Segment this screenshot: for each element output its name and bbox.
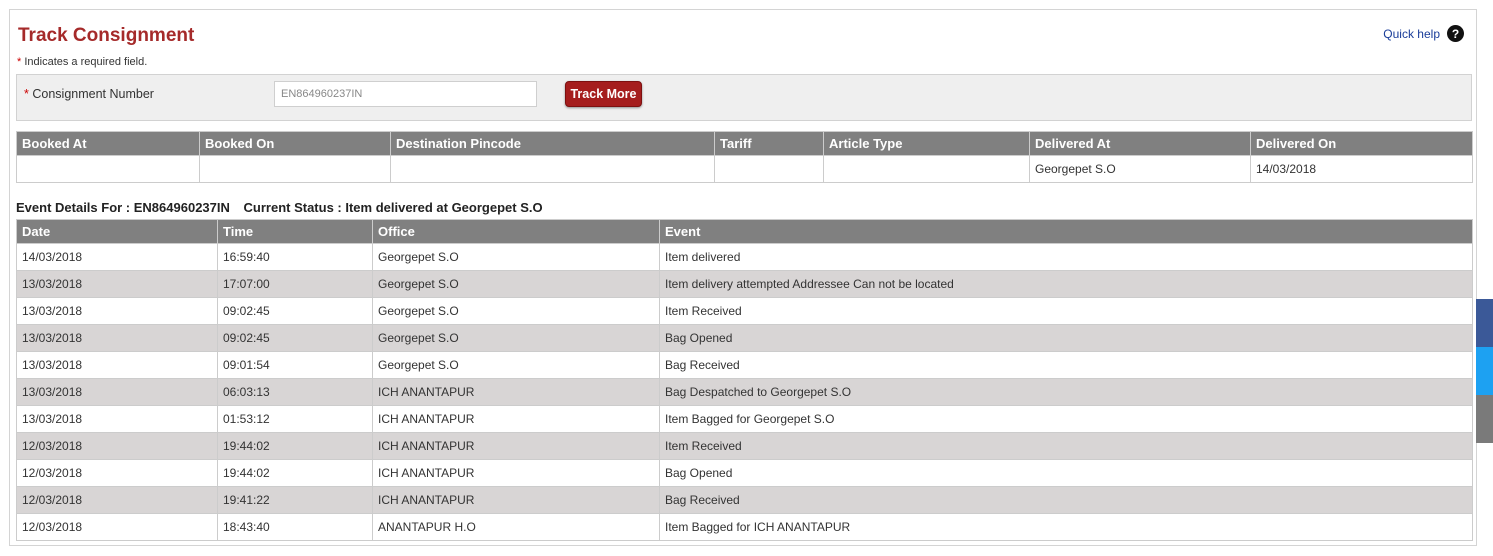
office-cell: Georgepet S.O [372,351,660,379]
destination-pincode-cell [390,155,715,183]
office-cell: ICH ANANTAPUR [372,405,660,433]
office-cell: ICH ANANTAPUR [372,432,660,460]
twitter-icon[interactable] [1476,347,1493,395]
event-cell: Item Received [659,432,1473,460]
share-icon[interactable] [1476,395,1493,443]
time-cell: 19:44:02 [217,432,373,460]
booking-table: Booked At Booked On Destination Pincode … [16,131,1473,183]
help-icon[interactable]: ? [1447,25,1464,42]
page-title: Track Consignment [18,25,195,46]
event-cell: Item Bagged for Georgepet S.O [659,405,1473,433]
event-cell: Item Received [659,297,1473,325]
tariff-cell [714,155,824,183]
table-row: 14/03/2018 16:59:40 Georgepet S.O Item d… [16,243,1473,271]
delivered-on-header: Delivered On [1250,131,1473,156]
time-cell: 19:44:02 [217,459,373,487]
time-cell: 09:02:45 [217,297,373,325]
time-cell: 17:07:00 [217,270,373,298]
time-header: Time [217,219,373,244]
booked-on-header: Booked On [199,131,391,156]
event-cell: Item delivered [659,243,1473,271]
article-type-cell [823,155,1030,183]
event-cell: Bag Received [659,486,1473,514]
required-note-text: Indicates a required field. [24,56,148,68]
event-cell: Bag Despatched to Georgepet S.O [659,378,1473,406]
quick-help: Quick help ? [1383,25,1464,42]
track-more-button[interactable]: Track More [565,81,642,107]
event-cell: Bag Received [659,351,1473,379]
quick-help-link[interactable]: Quick help [1383,27,1440,41]
current-status: Current Status : Item delivered at Georg… [243,200,543,215]
date-cell: 13/03/2018 [16,378,218,406]
required-note: * Indicates a required field. [17,56,147,68]
office-cell: Georgepet S.O [372,270,660,298]
time-cell: 06:03:13 [217,378,373,406]
events-header-row: Date Time Office Event [16,219,1473,244]
event-details-heading: Event Details For : EN864960237IN Curren… [16,200,553,215]
table-row: 13/03/2018 09:02:45 Georgepet S.O Item R… [16,297,1473,325]
delivered-on-cell: 14/03/2018 [1250,155,1473,183]
events-table: Date Time Office Event 14/03/2018 16:59:… [16,219,1473,541]
consignment-label-text: Consignment Number [32,87,154,101]
date-cell: 13/03/2018 [16,324,218,352]
event-cell: Item Bagged for ICH ANANTAPUR [659,513,1473,541]
time-cell: 01:53:12 [217,405,373,433]
consignment-label: * Consignment Number [24,87,154,101]
booked-at-cell [16,155,200,183]
date-cell: 13/03/2018 [16,297,218,325]
date-cell: 13/03/2018 [16,270,218,298]
booked-at-header: Booked At [16,131,200,156]
facebook-icon[interactable] [1476,299,1493,347]
booking-header-row: Booked At Booked On Destination Pincode … [16,131,1473,156]
time-cell: 19:41:22 [217,486,373,514]
date-cell: 14/03/2018 [16,243,218,271]
track-consignment-panel: Track Consignment Quick help ? * Indicat… [9,9,1477,546]
date-cell: 12/03/2018 [16,459,218,487]
date-cell: 13/03/2018 [16,351,218,379]
date-cell: 12/03/2018 [16,513,218,541]
table-row: 13/03/2018 06:03:13 ICH ANANTAPUR Bag De… [16,378,1473,406]
time-cell: 09:01:54 [217,351,373,379]
tariff-header: Tariff [714,131,824,156]
date-cell: 13/03/2018 [16,405,218,433]
table-row: 13/03/2018 09:01:54 Georgepet S.O Bag Re… [16,351,1473,379]
table-row: 12/03/2018 19:41:22 ICH ANANTAPUR Bag Re… [16,486,1473,514]
event-details-for: Event Details For : EN864960237IN [16,200,230,215]
event-cell: Bag Opened [659,324,1473,352]
required-star: * [24,87,29,101]
date-cell: 12/03/2018 [16,432,218,460]
booked-on-cell [199,155,391,183]
delivered-at-cell: Georgepet S.O [1029,155,1251,183]
delivered-at-header: Delivered At [1029,131,1251,156]
table-row: 12/03/2018 18:43:40 ANANTAPUR H.O Item B… [16,513,1473,541]
office-cell: ICH ANANTAPUR [372,459,660,487]
destination-pincode-header: Destination Pincode [390,131,715,156]
date-header: Date [16,219,218,244]
office-cell: ANANTAPUR H.O [372,513,660,541]
office-cell: ICH ANANTAPUR [372,486,660,514]
social-share-strip [1476,299,1493,443]
table-row: 12/03/2018 19:44:02 ICH ANANTAPUR Bag Op… [16,459,1473,487]
office-cell: Georgepet S.O [372,297,660,325]
office-cell: Georgepet S.O [372,243,660,271]
office-cell: ICH ANANTAPUR [372,378,660,406]
time-cell: 16:59:40 [217,243,373,271]
date-cell: 12/03/2018 [16,486,218,514]
office-header: Office [372,219,660,244]
article-type-header: Article Type [823,131,1030,156]
consignment-form: * Consignment Number Track More [16,74,1472,121]
office-cell: Georgepet S.O [372,324,660,352]
booking-row: Georgepet S.O 14/03/2018 [16,155,1473,183]
table-row: 13/03/2018 09:02:45 Georgepet S.O Bag Op… [16,324,1473,352]
required-star: * [17,56,22,68]
time-cell: 09:02:45 [217,324,373,352]
table-row: 13/03/2018 17:07:00 Georgepet S.O Item d… [16,270,1473,298]
event-cell: Bag Opened [659,459,1473,487]
time-cell: 18:43:40 [217,513,373,541]
event-cell: Item delivery attempted Addressee Can no… [659,270,1473,298]
table-row: 13/03/2018 01:53:12 ICH ANANTAPUR Item B… [16,405,1473,433]
consignment-number-input[interactable] [274,81,537,107]
table-row: 12/03/2018 19:44:02 ICH ANANTAPUR Item R… [16,432,1473,460]
event-header: Event [659,219,1473,244]
